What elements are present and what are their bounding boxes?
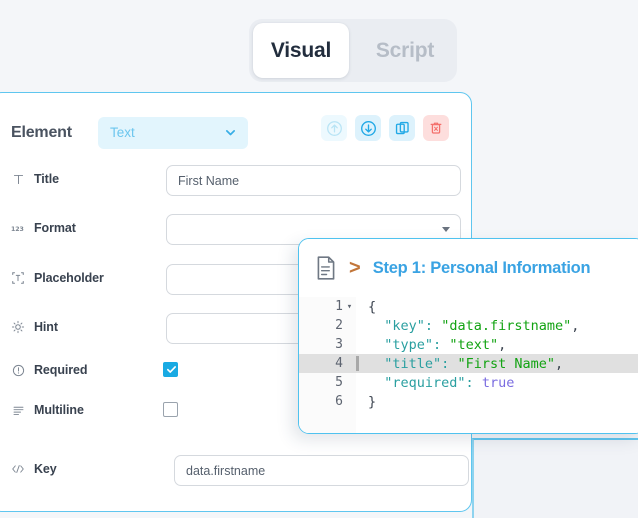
field-label-title: Title xyxy=(11,172,59,186)
caret-down-icon xyxy=(442,227,450,232)
required-checkbox[interactable] xyxy=(163,362,178,377)
delete-button[interactable] xyxy=(423,115,449,141)
code-line[interactable]: 4 "title": "First Name", xyxy=(299,354,638,373)
lightbulb-icon xyxy=(11,320,25,334)
breadcrumb: > Step 1: Personal Information xyxy=(299,239,638,297)
line-number: 5 xyxy=(335,375,343,390)
field-row-title: Title First Name xyxy=(1,165,471,199)
active-line-marker xyxy=(356,356,359,371)
field-label-text: Key xyxy=(34,462,57,476)
field-label-key: Key xyxy=(11,462,57,476)
element-type-value: Text xyxy=(110,125,135,140)
placeholder-icon xyxy=(11,271,25,285)
title-input[interactable]: First Name xyxy=(166,165,461,196)
move-up-button[interactable] xyxy=(321,115,347,141)
code-preview-panel: > Step 1: Personal Information 1 ▾ {2 "key… xyxy=(298,238,638,434)
key-input[interactable]: data.firstname xyxy=(174,455,469,486)
element-header-row: Element Text xyxy=(1,115,463,155)
code-text: { xyxy=(368,298,377,315)
line-number: 6 xyxy=(335,394,343,409)
code-text: } xyxy=(368,393,377,410)
view-mode-segmented-control[interactable]: Visual Script xyxy=(249,19,457,82)
element-action-buttons xyxy=(321,115,449,141)
copy-icon xyxy=(395,121,409,134)
svg-text:123: 123 xyxy=(11,225,24,232)
title-input-value: First Name xyxy=(178,174,240,188)
code-line[interactable]: 6} xyxy=(299,392,638,411)
line-number: 2 xyxy=(335,318,343,333)
tab-visual[interactable]: Visual xyxy=(253,23,349,78)
secondary-panel xyxy=(472,438,638,518)
check-icon xyxy=(167,366,176,373)
field-label-placeholder: Placeholder xyxy=(11,271,104,285)
field-label-text: Title xyxy=(34,172,59,186)
arrow-up-circle-icon xyxy=(326,120,342,136)
field-label-hint: Hint xyxy=(11,320,58,334)
code-brackets-icon xyxy=(11,462,25,476)
document-icon xyxy=(317,256,335,280)
element-type-select[interactable]: Text xyxy=(98,117,248,149)
code-line[interactable]: 2 "key": "data.firstname", xyxy=(299,316,638,335)
arrow-down-circle-icon xyxy=(360,120,376,136)
code-line[interactable]: 5 "required": true xyxy=(299,373,638,392)
code-text: "title": "First Name", xyxy=(384,355,564,372)
breadcrumb-separator: > xyxy=(349,257,361,279)
text-format-icon xyxy=(11,172,25,186)
chevron-down-icon xyxy=(225,130,236,136)
multiline-checkbox[interactable] xyxy=(163,402,178,417)
field-row-key: Key data.firstname xyxy=(1,455,471,489)
element-label: Element xyxy=(11,124,72,141)
code-line[interactable]: 3 "type": "text", xyxy=(299,335,638,354)
code-editor[interactable]: 1 ▾{2 "key": "data.firstname", 3 "type": "… xyxy=(299,297,638,433)
field-label-text: Hint xyxy=(34,320,58,334)
code-lines[interactable]: 1 ▾{2 "key": "data.firstname", 3 "type": "… xyxy=(299,297,638,411)
line-number: 4 xyxy=(335,356,343,371)
field-label-text: Format xyxy=(34,221,76,235)
line-number: 1 xyxy=(335,299,343,314)
field-label-required: Required xyxy=(11,363,87,377)
number-format-icon: 123 xyxy=(11,221,25,235)
trash-icon xyxy=(430,122,442,134)
field-label-text: Required xyxy=(34,363,88,377)
move-down-button[interactable] xyxy=(355,115,381,141)
field-label-text: Placeholder xyxy=(34,271,104,285)
code-text: "type": "text", xyxy=(384,336,507,353)
exclamation-circle-icon xyxy=(11,363,25,377)
breadcrumb-title: Step 1: Personal Information xyxy=(372,258,591,277)
fold-toggle-icon[interactable]: ▾ xyxy=(343,302,356,312)
key-input-value: data.firstname xyxy=(186,464,266,478)
code-text: "required": true xyxy=(384,374,515,391)
field-label-multiline: Multiline xyxy=(11,403,84,417)
line-number: 3 xyxy=(335,337,343,352)
code-line[interactable]: 1 ▾ { xyxy=(299,297,638,316)
duplicate-button[interactable] xyxy=(389,115,415,141)
lines-icon xyxy=(11,403,25,417)
field-label-format: 123 Format xyxy=(11,221,76,235)
field-label-text: Multiline xyxy=(34,403,84,417)
tab-script[interactable]: Script xyxy=(357,23,453,78)
top-tabbar: Visual Script xyxy=(0,0,638,86)
code-text: "key": "data.firstname", xyxy=(384,317,580,334)
